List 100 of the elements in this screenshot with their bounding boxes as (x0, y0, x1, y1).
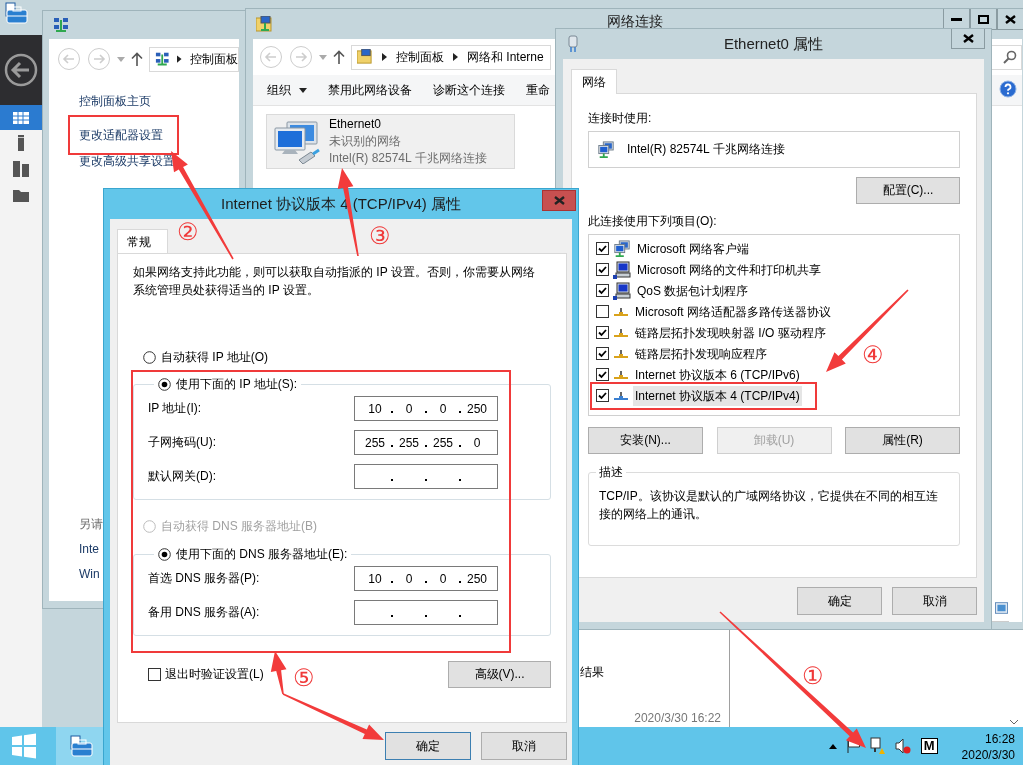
checkbox[interactable] (596, 242, 609, 255)
up-arrow-icon[interactable] (131, 52, 143, 66)
dialog-button[interactable]: 取消 (892, 587, 977, 615)
tab[interactable]: 常规 (117, 229, 168, 254)
checkbox[interactable] (596, 284, 609, 297)
scroll-down-icon[interactable] (1009, 719, 1019, 725)
field-label: 首选 DNS 服务器(P): (148, 570, 260, 587)
radio-button[interactable] (158, 547, 171, 561)
folder-icon[interactable] (13, 188, 29, 202)
radio-button[interactable] (143, 350, 156, 364)
network-computer-icon (597, 140, 615, 159)
sidebar-link[interactable]: Inte (79, 540, 99, 558)
checkbox[interactable] (596, 368, 609, 381)
step-number: ① (802, 663, 824, 689)
adapter-name: Ethernet0 (329, 116, 383, 133)
chevron-icon (382, 53, 387, 61)
computer-icon (613, 260, 631, 279)
option-label: 自动获得 IP 地址(O) (161, 348, 269, 366)
connector-icon (613, 390, 629, 401)
network-folder-icon (256, 15, 273, 33)
list-action-button[interactable]: 属性(R) (845, 427, 960, 454)
sidebar-link[interactable]: 更改适配器设置 (79, 126, 163, 144)
dialog-button[interactable]: 取消 (481, 732, 567, 760)
chevron-icon (177, 55, 182, 63)
list-item[interactable]: Microsoft 网络的文件和打印机共享 (635, 259, 823, 280)
window-title: Ethernet0 属性 (722, 34, 825, 54)
dialog-button[interactable]: 确定 (797, 587, 882, 615)
dashboard-icon[interactable] (13, 111, 29, 124)
minimize-icon (951, 17, 962, 21)
checkbox[interactable] (596, 305, 609, 318)
checkbox[interactable] (596, 263, 609, 276)
event-text: 结果 (580, 664, 605, 681)
sidebar-link[interactable]: Win (79, 565, 100, 583)
servers-icon[interactable] (13, 161, 29, 177)
up-arrow-icon[interactable] (333, 50, 345, 64)
app-icon[interactable] (3, 1, 29, 25)
maximize-button[interactable] (970, 9, 997, 30)
taskbar-app-button[interactable] (56, 727, 106, 765)
input-method-indicator[interactable]: M (920, 738, 938, 754)
ip-address-field[interactable] (354, 600, 498, 625)
toolbox-icon[interactable] (68, 734, 94, 758)
configure-button[interactable]: 配置(C)... (856, 177, 960, 204)
checkbox[interactable] (596, 347, 609, 360)
adapter-tile[interactable]: Ethernet0 未识别的网络 Intel(R) 82574L 千兆网络连接 (266, 114, 515, 169)
search-icon[interactable] (1003, 50, 1017, 64)
server-icon[interactable] (18, 135, 24, 151)
advanced-button[interactable]: 高级(V)... (448, 661, 551, 688)
ip-address-field[interactable]: 10 0 0 250 (354, 566, 498, 591)
close-icon (553, 196, 565, 205)
step-number: ⑤ (293, 665, 315, 691)
radio-button[interactable] (158, 377, 171, 391)
connector-icon (613, 306, 629, 317)
field-label: 默认网关(D): (148, 468, 216, 485)
device-field: Intel(R) 82574L 千兆网络连接 (588, 131, 960, 168)
toolbar-button[interactable]: 诊断这个连接 (425, 78, 513, 102)
computer-icon (613, 281, 631, 300)
address-bar[interactable]: 控制面板 (149, 46, 239, 72)
step-number: ③ (369, 223, 391, 249)
ip-address-field[interactable] (354, 464, 498, 489)
dialog-button[interactable]: 确定 (385, 732, 471, 760)
intro-text: 如果网络支持此功能，则可以获取自动指派的 IP 设置。否则，你需要从网络系统管理员处获得适当的 IP 设置。 (133, 264, 536, 299)
list-action-button[interactable]: 安装(N)... (588, 427, 703, 454)
list-item[interactable]: Microsoft 网络适配器多路传送器协议 (633, 301, 833, 322)
muted-speaker-icon[interactable] (894, 738, 911, 754)
clock[interactable]: 16:28 2020/3/30 (961, 729, 1015, 763)
list-item[interactable]: Internet 协议版本 6 (TCP/IPv6) (633, 364, 802, 385)
network-computer-icon (613, 239, 631, 258)
back-icon[interactable] (4, 53, 38, 87)
ip-address-field[interactable]: 255 255 255 0 (354, 430, 498, 455)
tab[interactable]: 网络 (571, 69, 617, 94)
list-item[interactable]: 链路层拓扑发现映射器 I/O 驱动程序 (633, 322, 828, 343)
checkbox[interactable] (596, 389, 609, 402)
minimize-button[interactable] (943, 9, 970, 30)
toolbar-button[interactable]: 组织 (259, 78, 315, 102)
ip-address-field[interactable]: 10 0 0 250 (354, 396, 498, 421)
connector-icon (613, 369, 629, 380)
close-button[interactable] (997, 9, 1023, 30)
list-item[interactable]: 链路层拓扑发现响应程序 (633, 343, 769, 364)
connector-icon (613, 327, 629, 338)
adapter-status: 未识别的网络 (329, 133, 402, 150)
address-bar[interactable]: 控制面板 网络和 Interne (351, 44, 551, 70)
toolbar-button[interactable]: 重命 (518, 78, 558, 102)
list-item[interactable]: Internet 协议版本 4 (TCP/IPv4) (633, 385, 802, 406)
list-item[interactable]: Microsoft 网络客户端 (635, 238, 751, 259)
checkbox[interactable] (596, 326, 609, 339)
caret-up-icon[interactable] (828, 743, 837, 749)
help-icon[interactable] (999, 79, 1017, 98)
chevron-icon (453, 53, 458, 61)
sidebar-link[interactable]: 控制面板主页 (79, 92, 151, 110)
close-icon (1005, 14, 1016, 24)
list-item[interactable]: QoS 数据包计划程序 (635, 280, 751, 301)
toolbar-button[interactable]: 禁用此网络设备 (320, 78, 420, 102)
network-warning-icon[interactable] (869, 737, 885, 755)
close-icon (962, 34, 974, 43)
start-icon[interactable] (11, 733, 37, 759)
timestamp: 2020/3/30 16:22 (634, 711, 721, 725)
option-label: 自动获得 DNS 服务器地址(B) (161, 517, 317, 535)
checkbox[interactable] (148, 668, 161, 681)
tiles-view-icon[interactable] (995, 601, 1008, 614)
close-button[interactable] (951, 29, 985, 49)
